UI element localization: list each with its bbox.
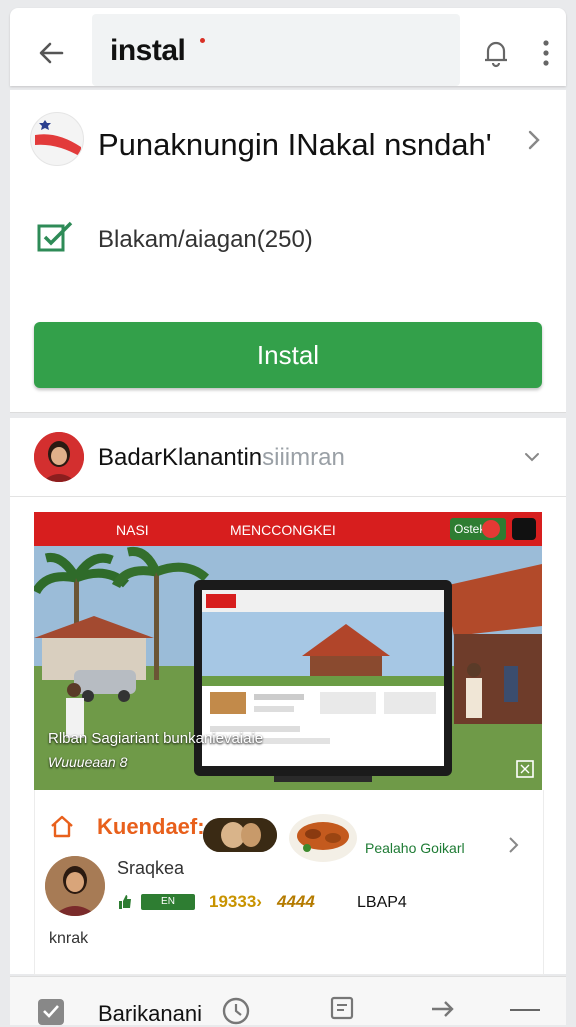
more-vert-icon[interactable] bbox=[536, 38, 556, 68]
info-right-label[interactable]: Pealaho Goikarl bbox=[365, 840, 465, 856]
publisher-card: BadarKlanantinsiiimran NASI MENCCONGKEI … bbox=[10, 418, 566, 975]
banner-caption: Rlban Sagiariant bunkanievaiaie bbox=[48, 730, 264, 747]
chevron-right-icon[interactable] bbox=[524, 126, 544, 154]
flag-logo-icon bbox=[35, 120, 81, 157]
heart-icon bbox=[482, 520, 500, 538]
app-rating-text: Blakam/aiagan(250) bbox=[98, 226, 313, 253]
person-label: Sraqkea bbox=[117, 858, 185, 878]
food-image-1 bbox=[203, 818, 277, 852]
search-query: instal bbox=[110, 34, 186, 67]
clock-icon[interactable] bbox=[220, 995, 252, 1027]
person-image bbox=[45, 856, 105, 916]
thumbs-up-icon bbox=[119, 895, 131, 909]
publisher-name-faded: siiimran bbox=[262, 444, 345, 471]
home-icon bbox=[51, 815, 73, 838]
banner-subcaption: Wuuueaan 8 bbox=[48, 754, 128, 770]
arrow-right-icon[interactable] bbox=[430, 999, 456, 1019]
bottom-bar-label[interactable]: Barikanani bbox=[98, 1001, 202, 1027]
app-title: Punaknungin INakal nsndah' bbox=[98, 127, 492, 162]
chevron-down-icon[interactable] bbox=[522, 450, 542, 466]
back-arrow-icon[interactable] bbox=[36, 38, 66, 68]
search-cursor-dot bbox=[200, 38, 205, 43]
publisher-name: BadarKlanantinsiiimran bbox=[98, 444, 345, 472]
expand-icon[interactable] bbox=[516, 760, 534, 778]
person-photo bbox=[45, 856, 105, 916]
top-app-bar: instal bbox=[10, 8, 566, 86]
install-button[interactable]: Instal bbox=[34, 322, 542, 388]
checkbox-icon[interactable] bbox=[36, 997, 66, 1025]
promo-banner[interactable]: NASI MENCCONGKEI Ostek Rlban Sagiariant … bbox=[34, 512, 542, 790]
info-footer-text: knrak bbox=[49, 930, 89, 947]
banner-tab-1: NASI bbox=[116, 522, 149, 538]
stat-gold-text: 4444 bbox=[277, 892, 315, 911]
person-avatar-icon bbox=[34, 432, 84, 482]
checkbox-checked-icon bbox=[37, 221, 73, 252]
note-icon[interactable] bbox=[328, 995, 356, 1023]
publisher-name-main: BadarKlanantin bbox=[98, 444, 263, 471]
play-icon bbox=[512, 518, 536, 540]
search-input[interactable]: instal bbox=[92, 14, 460, 86]
status-badge: EN 8000000 bbox=[141, 894, 195, 923]
stat-number: 19333› bbox=[209, 892, 262, 911]
bottom-bar: Barikanani bbox=[10, 976, 566, 1027]
chevron-right-icon[interactable] bbox=[507, 834, 521, 856]
stat-label: LBAP4 bbox=[357, 894, 407, 911]
publisher-row[interactable]: BadarKlanantinsiiimran bbox=[10, 418, 566, 497]
bell-icon[interactable] bbox=[480, 36, 512, 68]
food-thumbnail-2[interactable] bbox=[287, 806, 359, 866]
banner-header: NASI MENCCONGKEI Ostek bbox=[34, 512, 542, 546]
info-title: Kuendaef: bbox=[97, 814, 205, 839]
food-thumbnail-1[interactable] bbox=[203, 818, 277, 852]
food-image-2 bbox=[289, 814, 357, 862]
info-panel: Kuendaef: Pealaho Goikarl Sraqkea EN 800… bbox=[34, 790, 544, 975]
publisher-avatar bbox=[34, 432, 84, 482]
banner-tab-2: MENCCONGKEI bbox=[230, 522, 336, 538]
minus-icon[interactable] bbox=[510, 1009, 540, 1011]
app-logo bbox=[30, 112, 84, 166]
app-card: Punaknungin INakal nsndah' Blakam/aiagan… bbox=[10, 90, 566, 413]
